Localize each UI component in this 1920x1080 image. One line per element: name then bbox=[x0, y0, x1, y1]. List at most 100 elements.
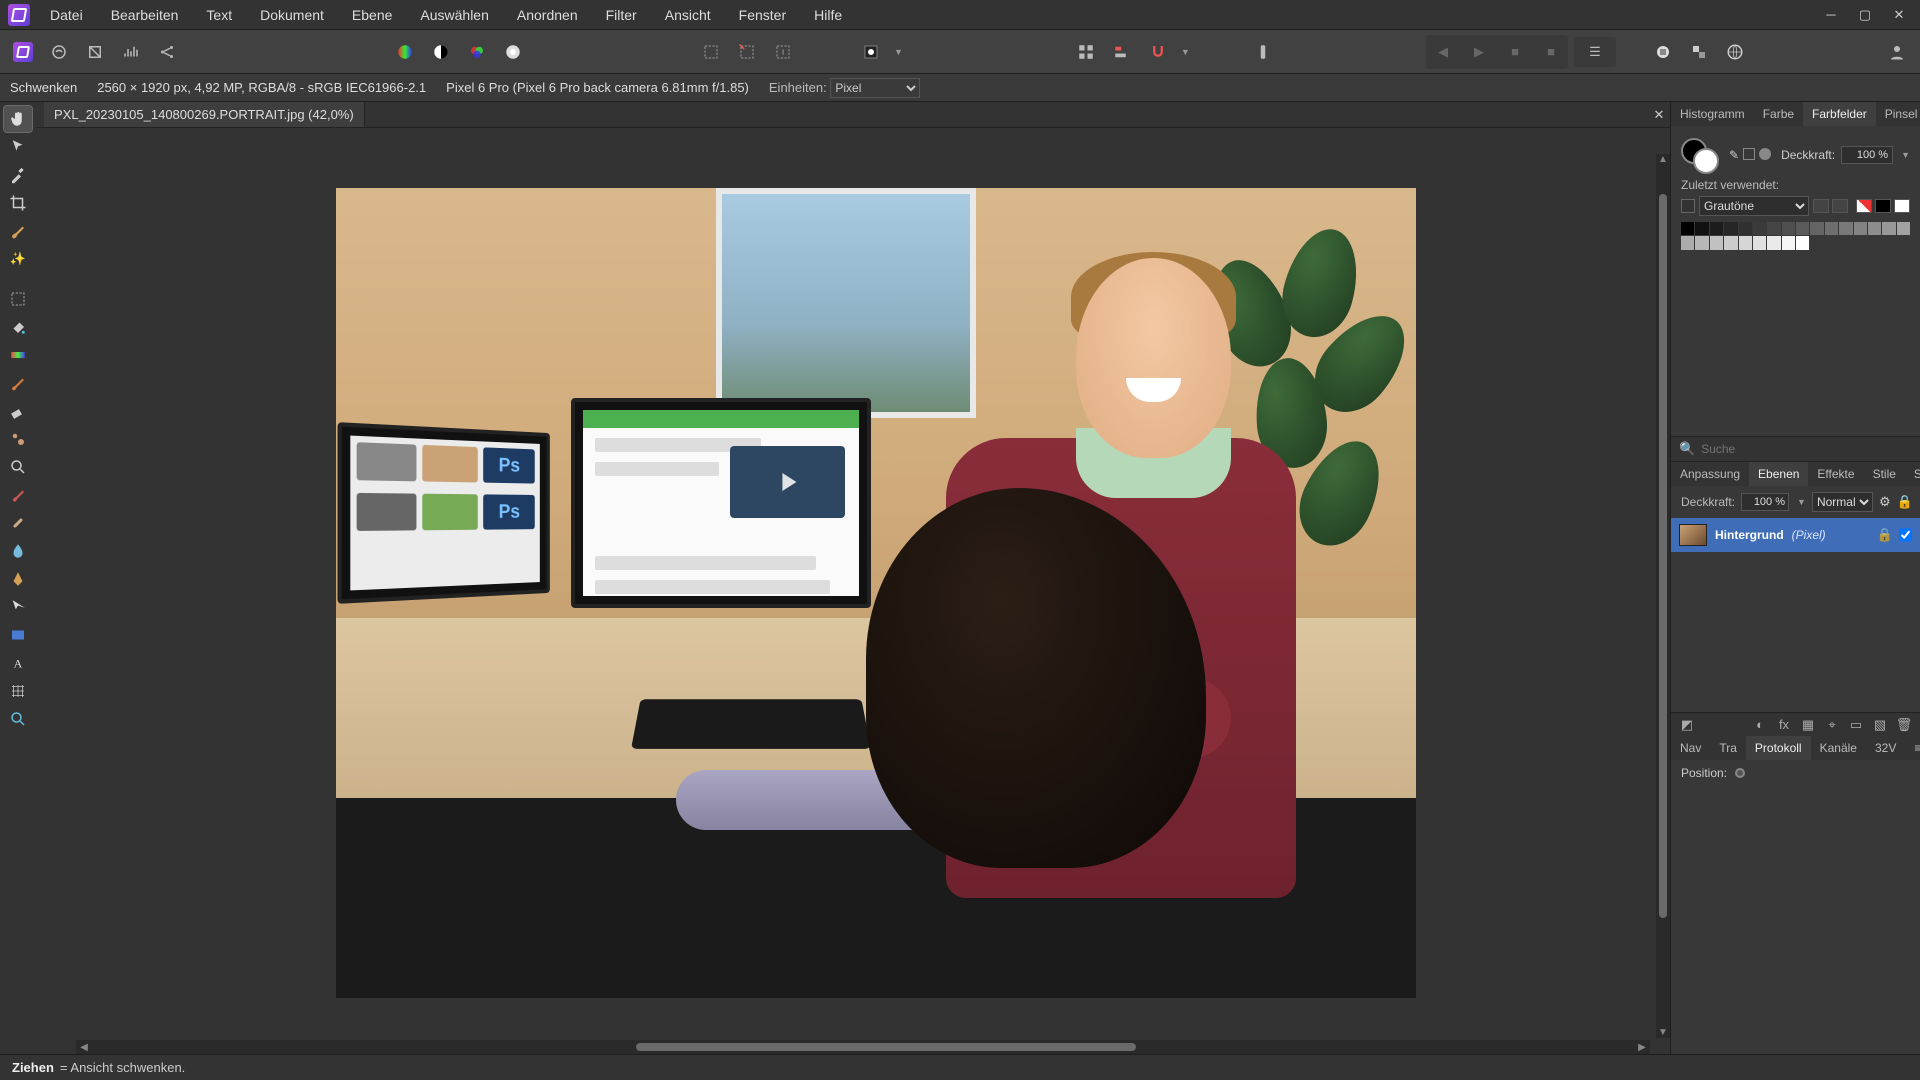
colour-swatch[interactable] bbox=[1839, 222, 1852, 235]
colour-swatch[interactable] bbox=[1796, 222, 1809, 235]
swatch-view-list-icon[interactable] bbox=[1832, 199, 1848, 213]
auto-levels-icon[interactable] bbox=[390, 37, 420, 67]
menu-filter[interactable]: Filter bbox=[592, 0, 651, 29]
text-tool[interactable]: A bbox=[4, 650, 32, 676]
addons-icon[interactable] bbox=[1684, 37, 1714, 67]
menu-auswaehlen[interactable]: Auswählen bbox=[406, 0, 503, 29]
tab-kanaele[interactable]: Kanäle bbox=[1811, 736, 1866, 760]
flood-select-tool[interactable]: ✨ bbox=[4, 246, 32, 272]
tab-pinsel[interactable]: Pinsel bbox=[1876, 102, 1920, 126]
colour-swatch[interactable] bbox=[1897, 222, 1910, 235]
colour-swatch[interactable] bbox=[1782, 222, 1795, 235]
menu-dokument[interactable]: Dokument bbox=[246, 0, 338, 29]
layer-lock-toggle[interactable]: 🔒 bbox=[1877, 527, 1893, 543]
colour-picker-tool[interactable] bbox=[4, 162, 32, 188]
colour-swatch[interactable] bbox=[1825, 222, 1838, 235]
align-icon[interactable] bbox=[1107, 37, 1137, 67]
colour-swatch[interactable] bbox=[1767, 236, 1780, 249]
layer-delete-icon[interactable]: 🗑 bbox=[1896, 717, 1912, 733]
tab-farbe[interactable]: Farbe bbox=[1754, 102, 1803, 126]
picker-none-icon[interactable] bbox=[1743, 148, 1755, 160]
chevron-down-icon[interactable]: ▼ bbox=[1901, 150, 1910, 160]
layer-item-hintergrund[interactable]: Hintergrund (Pixel) 🔒 bbox=[1671, 518, 1920, 552]
persona-tone-icon[interactable] bbox=[116, 37, 146, 67]
foreground-background-colour[interactable] bbox=[1681, 138, 1719, 172]
protocol-position-slider[interactable] bbox=[1735, 768, 1745, 778]
healing-tool[interactable] bbox=[4, 510, 32, 536]
swatch-view-grid-icon[interactable] bbox=[1813, 199, 1829, 213]
colour-swatch[interactable] bbox=[1782, 236, 1795, 249]
colour-swatch[interactable] bbox=[1681, 222, 1694, 235]
blend-mode-select[interactable]: Normal bbox=[1812, 492, 1873, 512]
canvas[interactable]: Ps Ps bbox=[36, 128, 1670, 1054]
dodge-tool[interactable] bbox=[4, 454, 32, 480]
marquee-tool[interactable] bbox=[4, 286, 32, 312]
chevron-down-icon[interactable]: ▼ bbox=[1797, 497, 1806, 507]
picker-eyedropper-icon[interactable]: ✎ bbox=[1729, 148, 1739, 162]
tab-farbfelder[interactable]: Farbfelder bbox=[1803, 102, 1876, 126]
colour-swatch[interactable] bbox=[1767, 222, 1780, 235]
presets-icon[interactable]: ☰ bbox=[1574, 37, 1616, 67]
window-minimize-button[interactable]: ─ bbox=[1814, 0, 1848, 30]
selection-subtract-icon[interactable]: I bbox=[768, 37, 798, 67]
menu-text[interactable]: Text bbox=[192, 0, 246, 29]
swatch-none-icon[interactable] bbox=[1856, 199, 1872, 213]
move-tool[interactable] bbox=[4, 134, 32, 160]
colour-swatch[interactable] bbox=[1695, 236, 1708, 249]
layer-opacity-input[interactable] bbox=[1741, 493, 1789, 511]
tab-effekte[interactable]: Effekte bbox=[1808, 462, 1863, 486]
pen-tool[interactable] bbox=[4, 566, 32, 592]
tab-anpassung[interactable]: Anpassung bbox=[1671, 462, 1749, 486]
inpaint-tool[interactable] bbox=[4, 482, 32, 508]
persona-develop-icon[interactable] bbox=[80, 37, 110, 67]
colour-swatch[interactable] bbox=[1882, 222, 1895, 235]
colour-swatch[interactable] bbox=[1854, 222, 1867, 235]
layer-group-icon[interactable]: ▭ bbox=[1848, 717, 1864, 733]
horizontal-scrollbar[interactable]: ◀ ▶ bbox=[76, 1040, 1650, 1054]
crop-tool[interactable] bbox=[4, 190, 32, 216]
menu-fenster[interactable]: Fenster bbox=[725, 0, 800, 29]
colour-swatch[interactable] bbox=[1810, 222, 1823, 235]
layer-settings-icon[interactable]: ⚙ bbox=[1879, 494, 1891, 510]
account-icon[interactable] bbox=[1882, 37, 1912, 67]
colour-swatch[interactable] bbox=[1796, 236, 1809, 249]
colour-swatch[interactable] bbox=[1724, 222, 1737, 235]
horizontal-scrollbar-thumb[interactable] bbox=[636, 1043, 1136, 1051]
layer-fx-icon[interactable]: fx bbox=[1776, 717, 1792, 733]
colour-swatch[interactable] bbox=[1724, 236, 1737, 249]
tab-protokoll[interactable]: Protokoll bbox=[1746, 736, 1811, 760]
view-hand-tool[interactable] bbox=[4, 106, 32, 132]
snap-icon[interactable] bbox=[1143, 37, 1173, 67]
tab-stile[interactable]: Stile bbox=[1864, 462, 1905, 486]
window-close-button[interactable]: ✕ bbox=[1882, 0, 1916, 30]
panel-menu-icon[interactable]: ≡ bbox=[1905, 736, 1920, 760]
tab-histogramm[interactable]: Histogramm bbox=[1671, 102, 1754, 126]
layer-live-filter-icon[interactable]: ⌖ bbox=[1824, 717, 1840, 733]
zoom-tool[interactable] bbox=[4, 706, 32, 732]
info-icon[interactable] bbox=[1248, 37, 1278, 67]
colour-swatch[interactable] bbox=[1753, 236, 1766, 249]
tab-ebenen[interactable]: Ebenen bbox=[1749, 462, 1808, 486]
shape-rectangle-tool[interactable] bbox=[4, 622, 32, 648]
auto-colours-icon[interactable] bbox=[462, 37, 492, 67]
tab-tra[interactable]: Tra bbox=[1710, 736, 1746, 760]
layer-mask-add-icon[interactable]: ▦ bbox=[1800, 717, 1816, 733]
auto-contrast-icon[interactable] bbox=[426, 37, 456, 67]
menu-hilfe[interactable]: Hilfe bbox=[800, 0, 856, 29]
selection-brush-tool[interactable] bbox=[4, 218, 32, 244]
mesh-warp-tool[interactable] bbox=[4, 678, 32, 704]
units-select[interactable]: Pixel bbox=[830, 78, 920, 98]
paint-brush-tool[interactable] bbox=[4, 370, 32, 396]
palette-select[interactable]: Grautöne bbox=[1699, 196, 1809, 216]
layer-lock-icon[interactable]: 🔒 bbox=[1897, 494, 1913, 510]
document-close-icon[interactable]: ✕ bbox=[1648, 107, 1670, 123]
smudge-tool[interactable] bbox=[4, 538, 32, 564]
swatch-white-icon[interactable] bbox=[1894, 199, 1910, 213]
layer-adjust-icon[interactable]: ◐ bbox=[1752, 717, 1768, 733]
colour-swatch[interactable] bbox=[1739, 236, 1752, 249]
stock-icon[interactable] bbox=[1648, 37, 1678, 67]
persona-liquify-icon[interactable] bbox=[44, 37, 74, 67]
colour-swatch[interactable] bbox=[1710, 236, 1723, 249]
selection-add-icon[interactable] bbox=[732, 37, 762, 67]
layer-mask-icon[interactable]: ◩ bbox=[1679, 717, 1695, 733]
